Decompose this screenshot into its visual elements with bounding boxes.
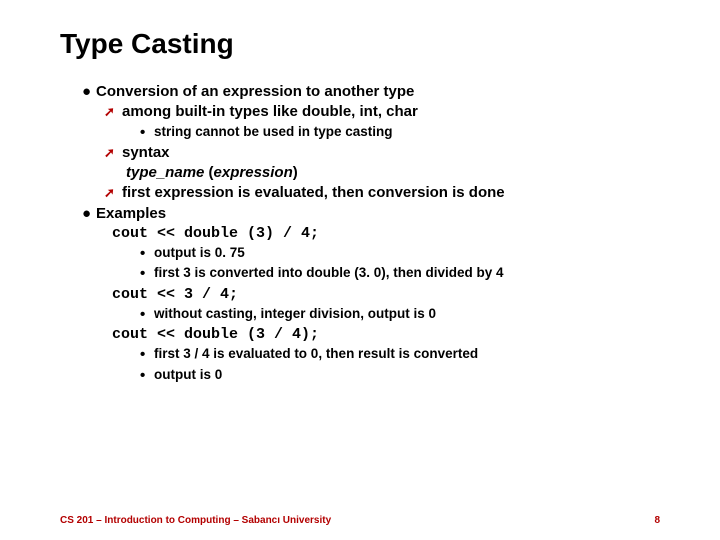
arrow-icon: ➚ — [104, 102, 122, 122]
bullet-icon: • — [140, 366, 154, 386]
bullet-icon: ● — [82, 82, 96, 102]
code-line: cout << double (3 / 4); — [112, 325, 660, 345]
text-line: first 3 / 4 is evaluated to 0, then resu… — [154, 345, 478, 363]
syntax-line: type_name (expression) — [126, 163, 660, 183]
syntax-typename: type_name — [126, 164, 209, 181]
slide-title: Type Casting — [60, 28, 660, 60]
footer-text: CS 201 – Introduction to Computing – Sab… — [60, 515, 331, 526]
text-line: output is 0 — [154, 366, 222, 384]
text-line: Conversion of an expression to another t… — [96, 82, 414, 102]
syntax-paren: ) — [293, 164, 298, 181]
bullet-icon: • — [140, 305, 154, 325]
code-line: cout << 3 / 4; — [112, 285, 660, 305]
slide-body: ● Conversion of an expression to another… — [60, 82, 660, 386]
text-line: Examples — [96, 204, 166, 224]
text-line: first 3 is converted into double (3. 0),… — [154, 264, 504, 282]
syntax-expression: expression — [214, 164, 293, 181]
arrow-icon: ➚ — [104, 183, 122, 203]
slide-number: 8 — [654, 515, 660, 526]
bullet-icon: • — [140, 345, 154, 365]
text-line: syntax — [122, 143, 170, 163]
code-line: cout << double (3) / 4; — [112, 224, 660, 244]
bullet-icon: • — [140, 264, 154, 284]
text-line: without casting, integer division, outpu… — [154, 305, 436, 323]
text-line: first expression is evaluated, then conv… — [122, 183, 505, 203]
text-line: string cannot be used in type casting — [154, 123, 393, 141]
footer: CS 201 – Introduction to Computing – Sab… — [60, 515, 660, 526]
text-line: output is 0. 75 — [154, 244, 245, 262]
bullet-icon: • — [140, 244, 154, 264]
arrow-icon: ➚ — [104, 143, 122, 163]
text-line: among built-in types like double, int, c… — [122, 102, 418, 122]
bullet-icon: ● — [82, 204, 96, 224]
bullet-icon: • — [140, 123, 154, 143]
